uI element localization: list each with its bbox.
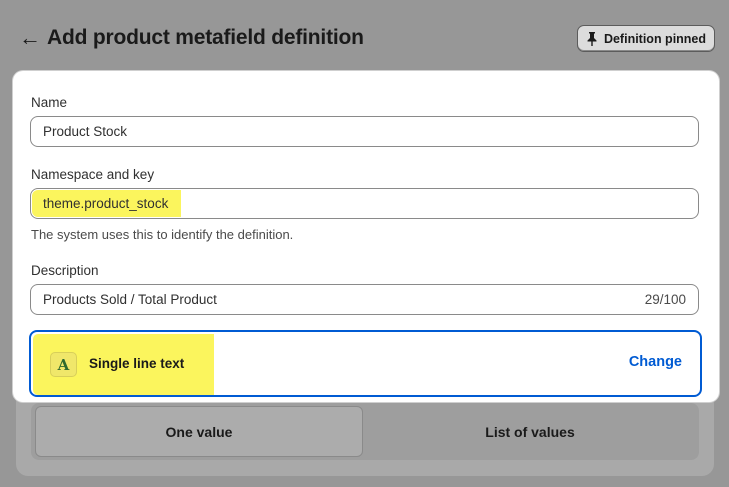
one-value-option[interactable]: One value — [35, 406, 363, 457]
type-label: Single line text — [89, 356, 185, 371]
namespace-help-text: The system uses this to identify the def… — [31, 227, 294, 242]
description-label: Description — [31, 263, 99, 278]
name-value: Product Stock — [43, 124, 128, 139]
definition-pinned-button[interactable]: Definition pinned — [577, 25, 715, 52]
definition-form-card: Name Product Stock Namespace and key the… — [13, 71, 719, 402]
type-selector[interactable]: A Single line text Change — [29, 330, 702, 397]
change-type-link[interactable]: Change — [629, 354, 682, 370]
namespace-key-field[interactable]: theme.product_stock — [30, 188, 699, 219]
page-header: ← Add product metafield definition Defin… — [0, 0, 729, 70]
text-type-icon: A — [50, 352, 77, 377]
description-counter: 29/100 — [644, 292, 686, 307]
description-value: Products Sold / Total Product — [43, 292, 217, 307]
pin-icon — [587, 31, 597, 46]
definition-pinned-label: Definition pinned — [603, 31, 707, 46]
list-of-values-option[interactable]: List of values — [364, 406, 696, 457]
namespace-value: theme.product_stock — [43, 196, 169, 211]
description-field[interactable]: Products Sold / Total Product 29/100 — [30, 284, 699, 315]
arrow-left-icon[interactable]: ← — [19, 26, 41, 50]
name-field[interactable]: Product Stock — [30, 116, 699, 147]
page-title: Add product metafield definition — [47, 26, 364, 49]
namespace-label: Namespace and key — [31, 167, 155, 182]
name-label: Name — [31, 95, 68, 110]
